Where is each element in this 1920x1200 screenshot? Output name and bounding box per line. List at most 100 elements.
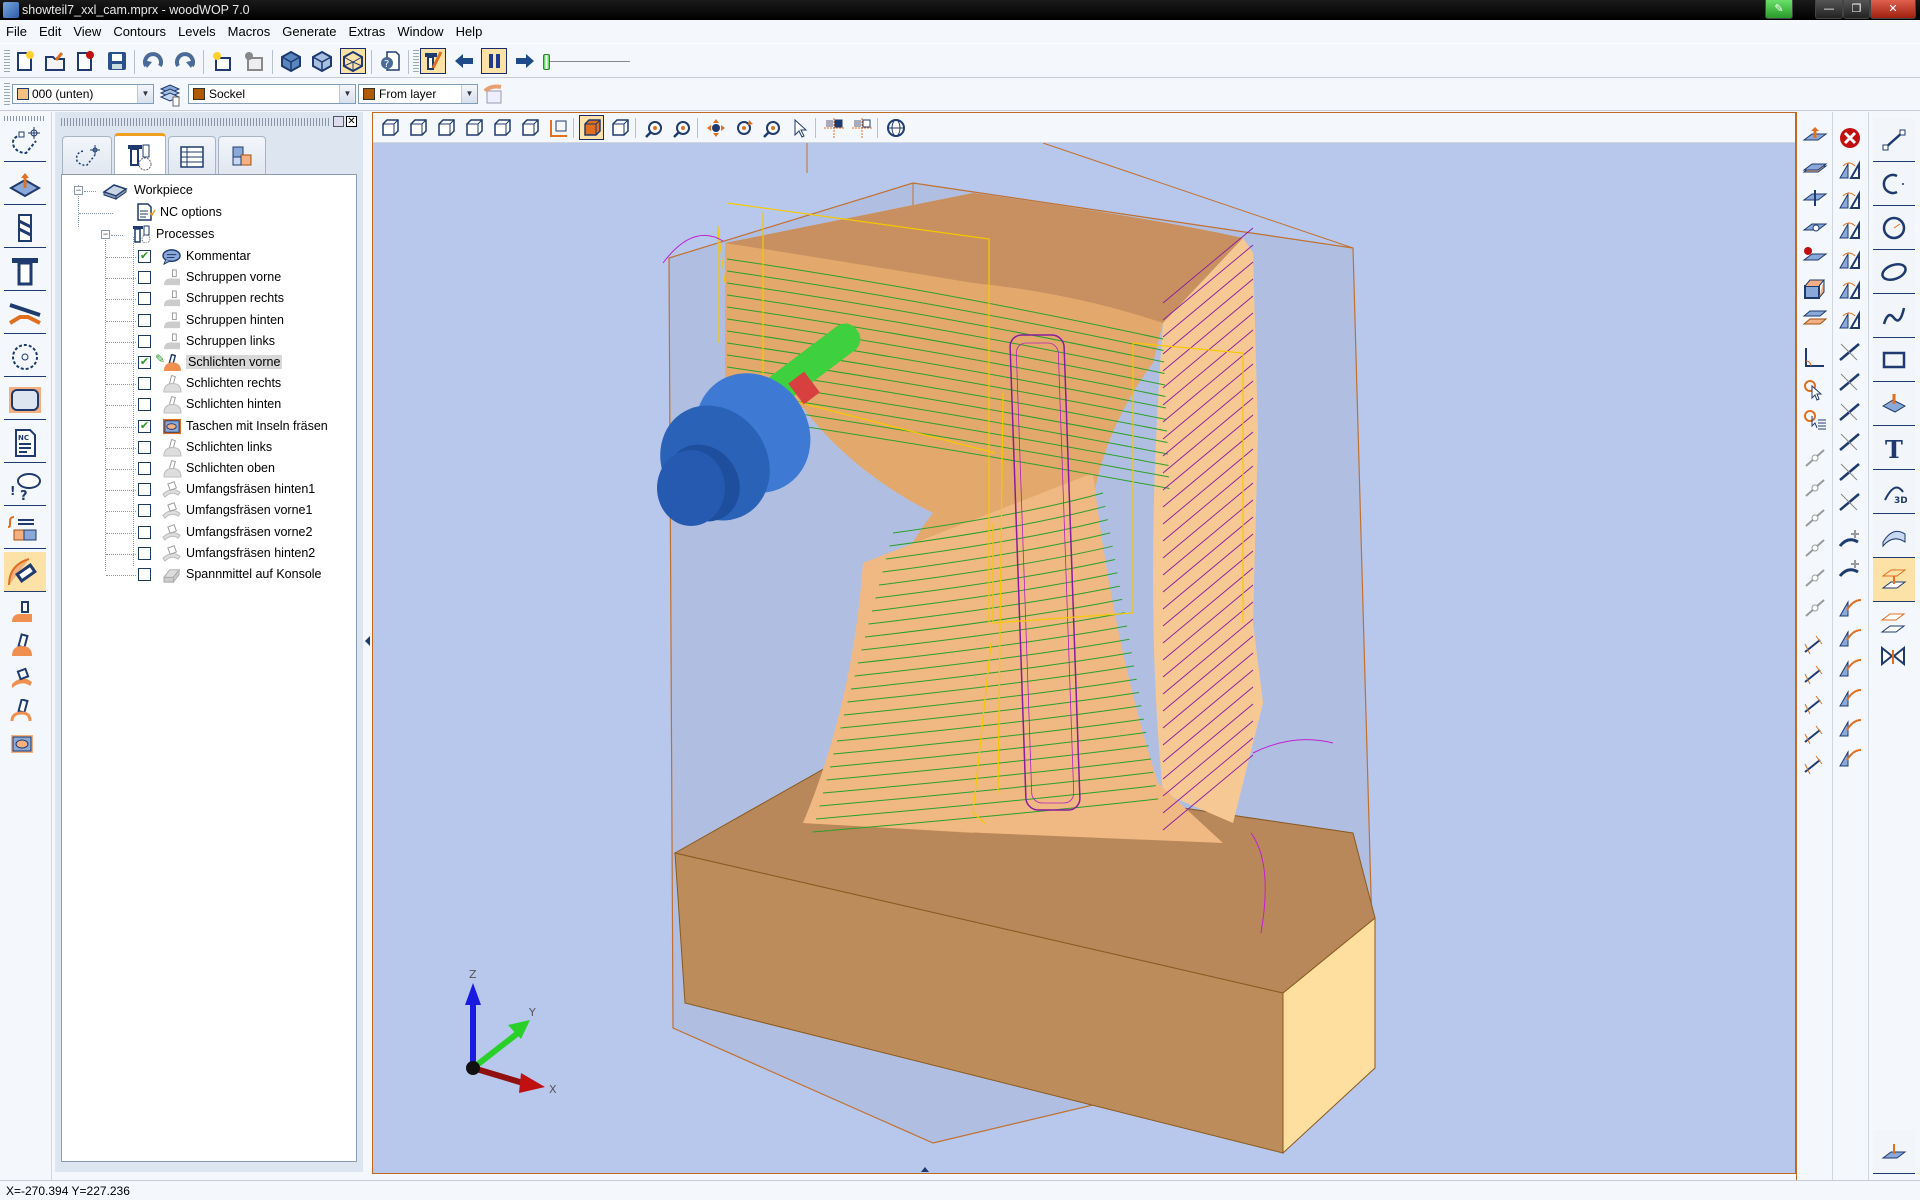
process-item[interactable]: Umfangsfräsen vorne2 — [62, 523, 352, 543]
process-item[interactable]: Spannmittel auf Konsole — [62, 565, 352, 585]
level-delete-button[interactable] — [1799, 244, 1831, 272]
process-checkbox[interactable] — [138, 546, 151, 560]
process-item[interactable]: Umfangsfräsen vorne1 — [62, 501, 352, 521]
minimize-button[interactable]: — — [1815, 0, 1843, 19]
chamfer-button[interactable] — [1834, 488, 1866, 516]
process-item[interactable]: Schlichten rechts — [62, 374, 352, 394]
process-checkbox[interactable]: ✔ — [138, 356, 151, 369]
process-item[interactable]: Schruppen hinten — [62, 311, 352, 331]
menu-file[interactable]: File — [0, 20, 33, 39]
rubber-contour-button[interactable] — [1834, 556, 1866, 584]
dim-angle-button[interactable] — [1799, 662, 1831, 690]
spline-button[interactable] — [1873, 294, 1915, 338]
split-view-1-button[interactable] — [821, 115, 846, 140]
pause-button[interactable] — [481, 48, 507, 74]
process-item[interactable]: ✔ Kommentar — [62, 247, 352, 267]
nc-macro-button[interactable]: NC — [4, 423, 46, 463]
circle-button[interactable] — [1873, 206, 1915, 250]
select-snap-button[interactable] — [1799, 376, 1831, 404]
restore-button[interactable]: ❐ — [1843, 0, 1870, 19]
arc-button[interactable] — [1873, 162, 1915, 206]
menu-levels[interactable]: Levels — [172, 20, 222, 39]
roughing-process-button[interactable] — [8, 598, 36, 626]
menu-generate[interactable]: Generate — [276, 20, 342, 39]
level-intersect-button[interactable] — [1799, 184, 1831, 212]
process-checkbox[interactable] — [138, 334, 151, 348]
help-button[interactable]: ? — [377, 48, 403, 74]
view-front-button[interactable] — [433, 115, 458, 140]
dxf-import-button[interactable] — [1834, 594, 1866, 622]
view-back-button[interactable] — [461, 115, 486, 140]
extra-button[interactable]: ✎ — [1765, 0, 1793, 19]
level-3d-button[interactable] — [1873, 382, 1915, 426]
array-button[interactable] — [1834, 276, 1866, 304]
new-window-button[interactable] — [209, 48, 235, 74]
process-item[interactable]: Schruppen links — [62, 332, 352, 352]
tree-node-nc-options[interactable]: NC options — [62, 203, 352, 223]
view-dimension-button[interactable] — [545, 115, 570, 140]
dim-horizontal-button[interactable] — [1799, 632, 1831, 660]
select-button[interactable] — [787, 115, 812, 140]
process-item[interactable]: ✔ ✎ Schlichten vorne — [62, 352, 352, 373]
tab-variables[interactable] — [168, 136, 216, 176]
curve-3d-button[interactable]: 3D — [1873, 470, 1915, 514]
tab-components[interactable] — [218, 136, 266, 176]
sawing-groove-macro-button[interactable] — [4, 294, 46, 334]
process-checkbox[interactable]: ✔ — [138, 250, 151, 263]
dim-distance-button[interactable] — [1799, 722, 1831, 750]
process-checkbox[interactable] — [138, 398, 151, 412]
butterfly-button[interactable] — [1877, 642, 1909, 670]
collapse-toggle[interactable]: − — [101, 230, 110, 239]
move-button[interactable] — [1834, 156, 1866, 184]
menu-contours[interactable]: Contours — [107, 20, 172, 39]
process-checkbox[interactable] — [138, 440, 151, 454]
level-macro-button[interactable] — [4, 165, 46, 205]
viewport-splitter-arrow[interactable] — [921, 1167, 929, 1172]
delete-button[interactable] — [1834, 124, 1866, 152]
undo-button[interactable] — [140, 48, 166, 74]
snap-pattern-button[interactable] — [1799, 594, 1831, 622]
speed-slider[interactable] — [540, 52, 630, 72]
chevron-down-icon[interactable]: ▼ — [339, 85, 355, 103]
subprogram-macro-button[interactable] — [4, 509, 46, 549]
process-checkbox[interactable] — [138, 313, 151, 327]
level-parallel-button[interactable] — [1799, 154, 1831, 182]
extend-button[interactable] — [1834, 368, 1866, 396]
process-item[interactable]: Umfangsfräsen hinten1 — [62, 480, 352, 500]
zoom-all-button[interactable] — [669, 115, 694, 140]
3d-viewport[interactable]: Z Y X — [372, 112, 1796, 1174]
process-item[interactable]: Umfangsfräsen hinten2 — [62, 544, 352, 564]
speed-slider-thumb[interactable] — [543, 54, 550, 70]
globe-button[interactable] — [883, 115, 908, 140]
level-by-points-button[interactable] — [1799, 214, 1831, 242]
view-iso-solid-button[interactable] — [579, 115, 604, 140]
chevron-down-icon[interactable]: ▼ — [461, 85, 477, 103]
close-file-button[interactable] — [72, 48, 98, 74]
tree-node-workpiece[interactable]: − Workpiece — [62, 181, 352, 201]
menu-help[interactable]: Help — [450, 20, 489, 39]
view-top-button[interactable] — [377, 115, 402, 140]
surface-button[interactable] — [1873, 514, 1915, 558]
snap-line-end-button[interactable] — [1799, 444, 1831, 472]
tab-contours[interactable] — [62, 136, 112, 176]
process-checkbox[interactable] — [138, 483, 151, 497]
text-button[interactable]: T — [1873, 426, 1915, 470]
level-import-button[interactable] — [1873, 558, 1915, 602]
rotate-copy-button[interactable] — [1834, 186, 1866, 214]
split-button[interactable] — [1834, 398, 1866, 426]
new-file-button[interactable] — [12, 48, 38, 74]
angle-button[interactable] — [1799, 344, 1831, 372]
snap-intersection-button[interactable] — [1799, 534, 1831, 562]
processes-macro-button[interactable] — [4, 552, 46, 592]
toolbar-grip[interactable] — [4, 83, 10, 105]
toolbar-grip[interactable] — [4, 50, 10, 72]
process-checkbox[interactable] — [138, 568, 151, 581]
dim-radius-button[interactable] — [1799, 692, 1831, 720]
properties-button[interactable] — [481, 81, 507, 107]
view-right-button[interactable] — [517, 115, 542, 140]
level-small-button[interactable] — [1877, 610, 1909, 638]
chevron-down-icon[interactable]: ▼ — [137, 85, 153, 103]
3d-scene[interactable]: Z Y X — [373, 143, 1795, 1173]
tab-processes[interactable] — [114, 133, 166, 177]
level-offset-button[interactable] — [1799, 304, 1831, 332]
